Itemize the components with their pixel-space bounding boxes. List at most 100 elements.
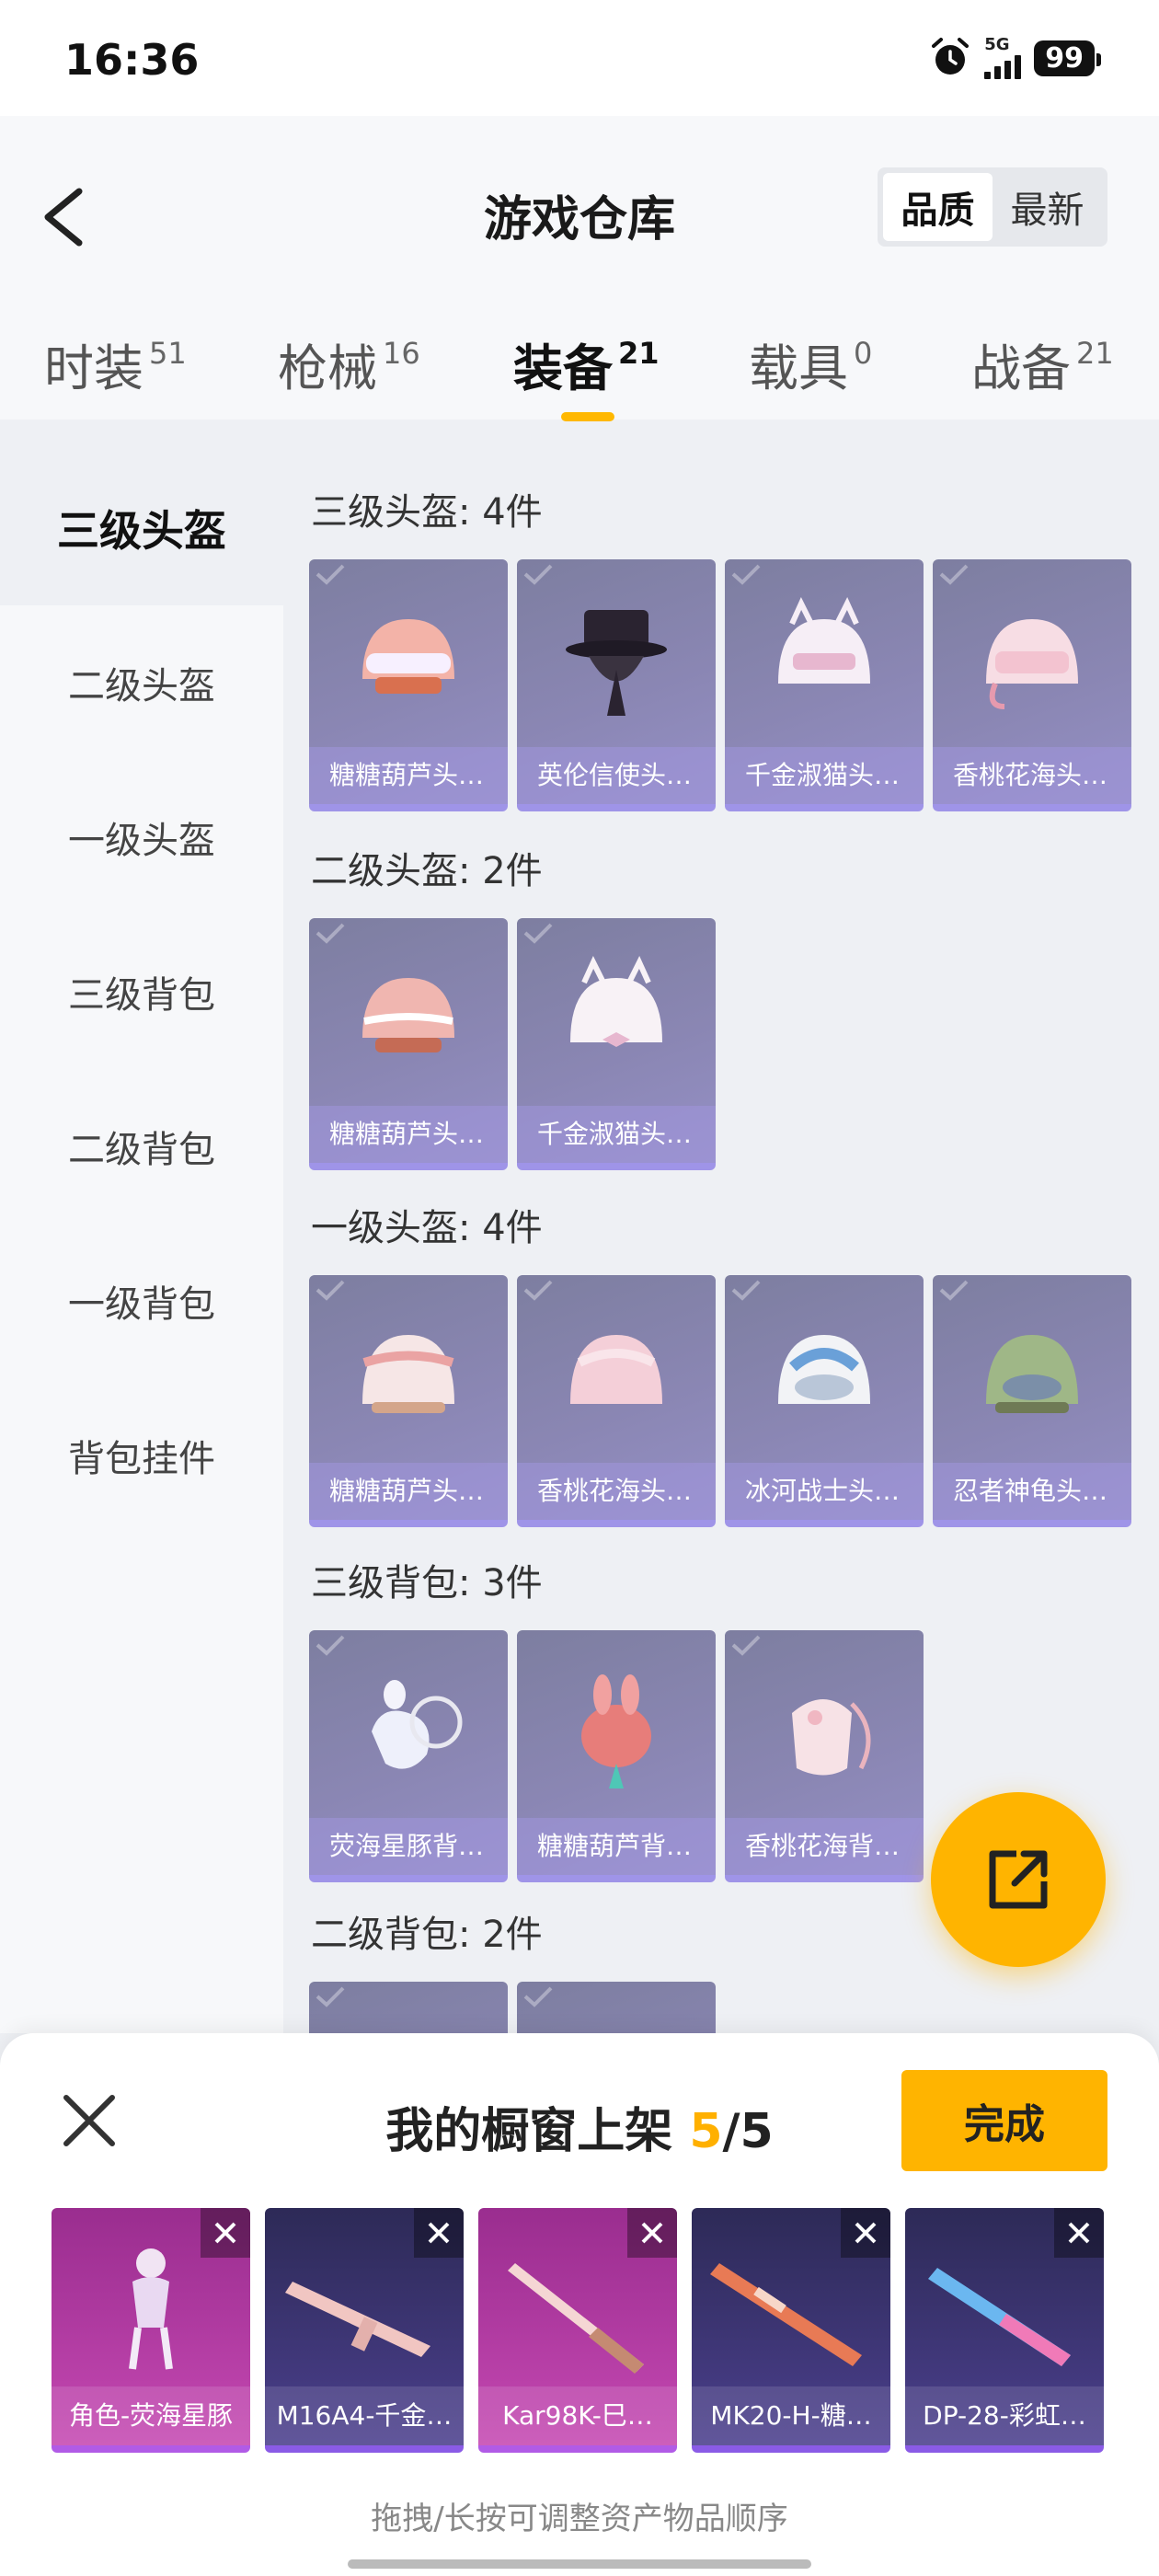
item-card[interactable] xyxy=(517,1982,716,2033)
remove-slot-button[interactable] xyxy=(841,2208,890,2258)
status-time: 16:36 xyxy=(64,35,200,85)
helmet-icon xyxy=(986,1335,1078,1413)
showcase-total-count: /5 xyxy=(722,2104,774,2159)
tab-label: 载具 xyxy=(749,339,848,397)
category-tabs: 时装 51 枪械 16 装备 21 载具 0 战备 21 xyxy=(0,328,1159,420)
check-icon xyxy=(731,1635,761,1656)
sort-quality-button[interactable]: 品质 xyxy=(883,173,993,241)
item-label: 千金淑猫头… xyxy=(725,747,924,804)
item-card[interactable]: 忍者神龟头… xyxy=(933,1275,1131,1527)
slot-label: 角色-荧海星豚 xyxy=(52,2386,250,2445)
tab-label: 时装 xyxy=(44,339,143,397)
item-label: 糖糖葫芦头… xyxy=(309,1106,508,1163)
item-card[interactable]: 香桃花海头… xyxy=(933,559,1131,811)
sidebar-item-level1-helmet[interactable]: 一级头盔 xyxy=(0,760,283,914)
item-label: 糖糖葫芦头… xyxy=(309,1463,508,1520)
check-icon xyxy=(523,923,553,944)
showcase-slot[interactable]: 角色-荧海星豚 xyxy=(52,2208,250,2453)
check-icon xyxy=(523,1280,553,1301)
sort-toggle: 品质 最新 xyxy=(878,167,1107,247)
tab-label: 装备 xyxy=(513,339,613,397)
tab-fashion[interactable]: 时装 51 xyxy=(44,328,187,400)
tab-guns[interactable]: 枪械 16 xyxy=(278,328,420,400)
item-label: 荧海星豚背… xyxy=(309,1818,508,1875)
tab-supplies[interactable]: 战备 21 xyxy=(971,328,1114,400)
tab-label: 战备 xyxy=(971,339,1071,397)
section-title: 二级头盔: 2件 xyxy=(311,850,543,892)
slot-label: M16A4-千金… xyxy=(265,2386,464,2445)
remove-slot-button[interactable] xyxy=(201,2208,250,2258)
showcase-current-count: 5 xyxy=(689,2104,723,2159)
helmet-icon xyxy=(778,597,870,684)
sort-newest-button[interactable]: 最新 xyxy=(993,173,1102,241)
status-icons: 5G 99 xyxy=(929,35,1101,79)
item-label: 香桃花海背… xyxy=(725,1818,924,1875)
check-icon xyxy=(731,1280,761,1301)
done-button[interactable]: 完成 xyxy=(901,2070,1107,2171)
item-card[interactable]: 香桃花海头… xyxy=(517,1275,716,1527)
sidebar-item-backpack-charm[interactable]: 背包挂件 xyxy=(0,1378,283,1533)
item-label: 英伦信使头… xyxy=(517,747,716,804)
showcase-slot[interactable]: MK20-H-糖… xyxy=(692,2208,890,2453)
close-icon xyxy=(428,2222,450,2244)
item-card[interactable]: 千金淑猫头… xyxy=(725,559,924,811)
helmet-icon xyxy=(362,978,454,1052)
sidebar-item-level2-backpack[interactable]: 二级背包 xyxy=(0,1069,283,1224)
check-icon xyxy=(316,1986,345,2007)
item-card[interactable]: 冰河战士头… xyxy=(725,1275,924,1527)
status-bar: 16:36 5G 99 xyxy=(0,0,1159,116)
check-icon xyxy=(316,1280,345,1301)
close-icon xyxy=(1068,2222,1090,2244)
item-card[interactable]: 糖糖葫芦头… xyxy=(309,559,508,811)
backpack-icon xyxy=(581,1674,651,1788)
backpack-icon xyxy=(792,1699,871,1776)
tab-count: 21 xyxy=(1076,336,1114,371)
close-icon xyxy=(641,2222,663,2244)
check-icon xyxy=(523,564,553,585)
network-type: 5G xyxy=(984,35,1010,54)
tab-equipment[interactable]: 装备 21 xyxy=(513,328,660,400)
active-tab-indicator xyxy=(561,412,614,421)
sidebar-item-level2-helmet[interactable]: 二级头盔 xyxy=(0,605,283,760)
share-icon xyxy=(989,1850,1048,1909)
helmet-icon xyxy=(778,1335,870,1404)
helmet-icon xyxy=(570,956,662,1047)
item-card[interactable]: 荧海星豚背… xyxy=(309,1630,508,1882)
item-card[interactable]: 糖糖葫芦背… xyxy=(517,1630,716,1882)
sidebar-item-level3-helmet[interactable]: 三级头盔 xyxy=(0,451,283,605)
showcase-panel: 我的橱窗上架 5/5 完成 角色-荧海星豚 M16A4-千金… Kar98K-巳… xyxy=(0,2033,1159,2576)
home-indicator[interactable] xyxy=(348,2559,811,2569)
item-label: 忍者神龟头… xyxy=(933,1463,1131,1520)
item-card[interactable] xyxy=(309,1982,508,2033)
item-card[interactable]: 香桃花海背… xyxy=(725,1630,924,1882)
item-label: 千金淑猫头… xyxy=(517,1106,716,1163)
sidebar: 三级头盔 二级头盔 一级头盔 三级背包 二级背包 一级背包 背包挂件 xyxy=(0,451,283,2033)
sidebar-item-level1-backpack[interactable]: 一级背包 xyxy=(0,1224,283,1378)
tab-count: 16 xyxy=(383,336,420,371)
showcase-slot[interactable]: DP-28-彩虹… xyxy=(905,2208,1104,2453)
slot-label: MK20-H-糖… xyxy=(692,2386,890,2445)
item-card[interactable]: 英伦信使头… xyxy=(517,559,716,811)
check-icon xyxy=(316,1635,345,1656)
helmet-icon xyxy=(570,1335,662,1404)
close-icon xyxy=(855,2222,877,2244)
check-icon xyxy=(731,564,761,585)
showcase-slot[interactable]: M16A4-千金… xyxy=(265,2208,464,2453)
showcase-slot[interactable]: Kar98K-巳… xyxy=(478,2208,677,2453)
sidebar-item-level3-backpack[interactable]: 三级背包 xyxy=(0,914,283,1069)
tab-vehicles[interactable]: 载具 0 xyxy=(749,328,872,400)
check-icon xyxy=(316,564,345,585)
remove-slot-button[interactable] xyxy=(627,2208,677,2258)
remove-slot-button[interactable] xyxy=(414,2208,464,2258)
section-title: 三级头盔: 4件 xyxy=(311,491,543,534)
section-title: 三级背包: 3件 xyxy=(311,1562,543,1604)
check-icon xyxy=(939,1280,969,1301)
item-card[interactable]: 糖糖葫芦头… xyxy=(309,1275,508,1527)
remove-slot-button[interactable] xyxy=(1054,2208,1104,2258)
tab-label: 枪械 xyxy=(278,339,377,397)
item-card[interactable]: 糖糖葫芦头… xyxy=(309,918,508,1170)
share-button[interactable] xyxy=(931,1792,1106,1967)
item-card[interactable]: 千金淑猫头… xyxy=(517,918,716,1170)
tab-count: 21 xyxy=(618,336,660,371)
check-icon xyxy=(316,923,345,944)
